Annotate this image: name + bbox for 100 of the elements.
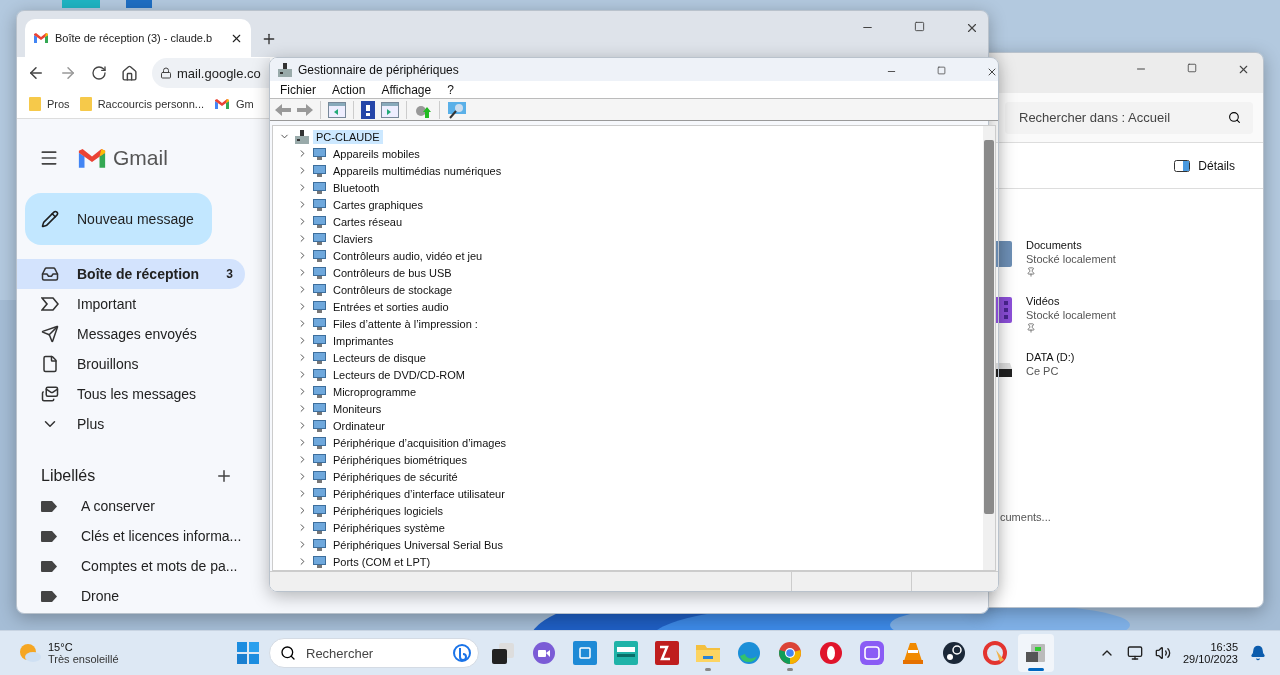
lock-icon — [160, 67, 172, 79]
search-field[interactable]: Rechercher — [269, 638, 479, 668]
draft-icon — [41, 355, 59, 373]
tree-node[interactable]: Ports (COM et LPT) — [330, 554, 434, 569]
label-item[interactable]: Comptes et mots de pa... — [17, 551, 253, 581]
device-icon — [313, 504, 326, 517]
send-icon — [41, 325, 59, 343]
computer-icon — [278, 62, 292, 77]
device-icon — [313, 487, 326, 500]
tree-node[interactable]: Contrôleurs de stockage — [330, 282, 456, 297]
tree-node[interactable]: Ordinateur — [330, 418, 388, 433]
tree-node[interactable]: Lecteurs de DVD/CD-ROM — [330, 367, 469, 382]
nav-item[interactable]: Plus — [17, 409, 245, 439]
tree-node[interactable]: Microprogramme — [330, 384, 420, 399]
tree-node[interactable]: Entrées et sorties audio — [330, 299, 452, 314]
bookmark[interactable]: Pros — [29, 96, 70, 111]
temperature: 15°C — [48, 641, 74, 653]
device-icon — [313, 317, 326, 330]
label-item[interactable]: Drone — [17, 581, 253, 611]
maximize-icon — [914, 21, 925, 32]
volume-icon[interactable] — [1154, 645, 1171, 661]
scrollbar[interactable] — [983, 126, 995, 571]
scan-button[interactable] — [446, 99, 468, 120]
reload-icon[interactable] — [91, 65, 107, 81]
home-icon[interactable] — [121, 64, 138, 82]
search-field[interactable]: Rechercher dans : Accueil — [1005, 101, 1253, 134]
device-icon — [313, 266, 326, 279]
menu-item[interactable]: Fichier — [272, 82, 324, 97]
back-icon[interactable] — [27, 64, 45, 82]
nav-item[interactable]: Brouillons — [17, 349, 245, 379]
clock[interactable]: 16:35 29/10/2023 — [1182, 641, 1238, 665]
item-name[interactable]: DATA (D:) — [1026, 351, 1075, 363]
compose-button[interactable]: Nouveau message — [25, 193, 212, 245]
tree-node[interactable]: Périphérique d’acquisition d’images — [330, 435, 510, 450]
label-item[interactable]: A conserver — [17, 491, 253, 521]
tree-node[interactable]: Appareils mobiles — [330, 146, 423, 161]
label-icon — [41, 500, 57, 512]
browser-icon — [818, 640, 844, 666]
pencil-icon — [41, 210, 59, 228]
nav-item[interactable]: Tous les messages — [17, 379, 245, 409]
browser-tab[interactable]: Boîte de réception (3) - claude.b — [25, 19, 251, 57]
forward-arrow-icon — [297, 102, 313, 117]
nav-item[interactable]: Important — [17, 289, 245, 319]
folder-icon — [79, 96, 92, 111]
tree-node[interactable]: Périphériques système — [330, 520, 448, 535]
label-item[interactable]: Clés et licences informa... — [17, 521, 253, 551]
item-name[interactable]: Vidéos — [1026, 295, 1116, 307]
device-icon — [313, 164, 326, 177]
new-tab-button[interactable] — [261, 31, 277, 47]
label-icon — [41, 590, 57, 602]
network-icon[interactable] — [1126, 645, 1143, 661]
unread-count: 3 — [226, 267, 233, 281]
tree-node[interactable]: Périphériques Universal Serial Bus — [330, 537, 506, 552]
notification-icon[interactable] — [1250, 645, 1266, 661]
item-name[interactable]: Documents — [1026, 239, 1116, 251]
search-icon — [280, 645, 296, 661]
device-icon — [313, 470, 326, 483]
tree-node[interactable]: Périphériques de sécurité — [330, 469, 461, 484]
details-button[interactable]: Détails — [1168, 157, 1241, 174]
address-bar[interactable]: mail.google.co — [152, 58, 270, 88]
gmail-logo-icon — [33, 32, 49, 44]
tree-node[interactable]: Claviers — [330, 231, 376, 246]
folder-icon — [29, 96, 41, 111]
bookmark[interactable]: Gm — [214, 97, 254, 110]
menu-item[interactable]: Action — [324, 82, 374, 97]
tree-node[interactable]: Files d’attente à l’impression : — [330, 316, 481, 331]
tree-node[interactable]: Imprimantes — [330, 333, 397, 348]
tree-node[interactable]: Périphériques logiciels — [330, 503, 447, 518]
taskbar-app[interactable] — [1018, 634, 1054, 672]
nav-item[interactable]: Boîte de réception 3 — [17, 259, 245, 289]
item-label: cuments... — [1000, 511, 1051, 523]
tree-node[interactable]: Moniteurs — [330, 401, 385, 416]
console-tree-button[interactable] — [327, 100, 347, 119]
tree-node[interactable]: Périphériques d’interface utilisateur — [330, 486, 508, 501]
forward-button[interactable] — [296, 101, 314, 118]
menu-icon[interactable] — [39, 148, 59, 168]
menu-item[interactable]: ? — [439, 82, 462, 97]
device-icon — [313, 249, 326, 262]
add-icon[interactable] — [215, 467, 233, 485]
tree-node[interactable]: Lecteurs de disque — [330, 350, 429, 365]
app-icon — [859, 640, 885, 666]
tree-node[interactable]: Bluetooth — [330, 180, 383, 195]
device-icon — [313, 368, 326, 381]
tree-node[interactable]: Cartes graphiques — [330, 197, 426, 212]
tree-node[interactable]: Contrôleurs de bus USB — [330, 265, 455, 280]
tree-node[interactable]: Appareils multimédias numériques — [330, 163, 505, 178]
back-button[interactable] — [274, 101, 292, 118]
tree-node[interactable]: Périphériques biométriques — [330, 452, 470, 467]
help-button[interactable] — [360, 99, 376, 120]
bookmark[interactable]: Raccourcis personn... — [79, 96, 204, 111]
tree-node[interactable]: PC-CLAUDE — [313, 129, 383, 144]
nav-item[interactable]: Messages envoyés — [17, 319, 245, 349]
tree-node[interactable]: Cartes réseau — [330, 214, 406, 229]
start-icon[interactable] — [237, 642, 259, 664]
forward-icon[interactable] — [59, 64, 77, 82]
tree-node[interactable]: Contrôleurs audio, vidéo et jeu — [330, 248, 486, 263]
gmail-logo: Gmail — [113, 146, 168, 170]
monitor-search-icon — [447, 100, 467, 119]
expand-icon[interactable] — [297, 250, 308, 262]
menu-item[interactable]: Affichage — [373, 82, 440, 97]
